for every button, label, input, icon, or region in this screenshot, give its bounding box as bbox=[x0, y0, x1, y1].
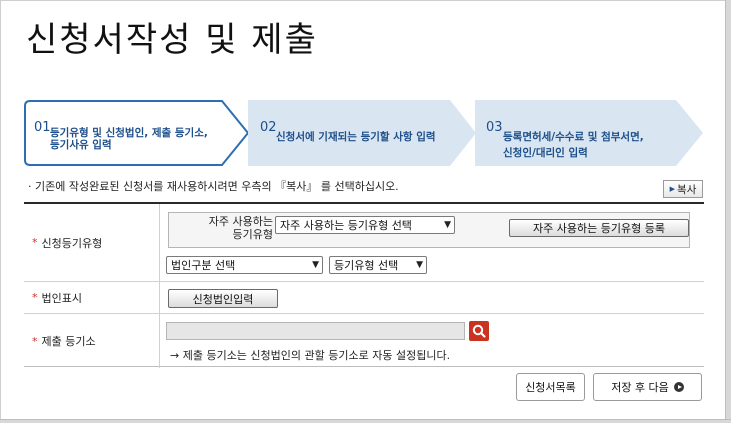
step-1-number: 01 bbox=[34, 120, 51, 135]
window-right-edge bbox=[725, 0, 731, 423]
chevron-down-icon: ▼ bbox=[312, 260, 319, 270]
search-button[interactable] bbox=[469, 321, 489, 341]
step-2-line1: 신청서에 기재되는 등기할 사항 입력 bbox=[276, 131, 436, 143]
step-3-line2: 신청인/대리인 입력 bbox=[503, 147, 588, 159]
favorite-type-label-line2: 등기유형 bbox=[232, 228, 273, 241]
step-1-line2: 등기사유 입력 bbox=[50, 139, 112, 151]
window-bottom-edge bbox=[0, 419, 731, 423]
office-label: 제출 등기소 bbox=[41, 335, 96, 348]
required-mark: * bbox=[32, 291, 38, 304]
favorite-type-select-value: 자주 사용하는 등기유형 선택 bbox=[280, 219, 412, 232]
step-1-line1: 등기유형 및 신청법인, 제출 등기소, bbox=[50, 127, 208, 139]
play-icon: ▶ bbox=[669, 185, 676, 193]
chevron-down-icon: ▼ bbox=[416, 260, 423, 270]
enter-applicant-corp-button[interactable]: 신청법인입력 bbox=[168, 289, 278, 308]
type-label: 신청등기유형 bbox=[41, 236, 103, 250]
search-icon bbox=[472, 324, 486, 338]
application-form: * 신청등기유형 자주 사용하는 등기유형 자주 사용하는 등기유형 선택 ▼ … bbox=[24, 202, 704, 368]
favorite-type-label: 자주 사용하는 등기유형 bbox=[177, 215, 273, 241]
registration-type-select-value: 등기유형 선택 bbox=[334, 259, 399, 272]
chevron-down-icon: ▼ bbox=[444, 220, 451, 230]
copy-button[interactable]: ▶ 복사 bbox=[663, 180, 703, 198]
step-2-number: 02 bbox=[260, 120, 277, 135]
step-2: 02 신청서에 기재되는 등기할 사항 입력 bbox=[248, 100, 478, 166]
page-title: 신청서작성 및 제출 bbox=[26, 20, 318, 60]
office-label-cell: * 제출 등기소 bbox=[24, 314, 160, 368]
registration-type-select[interactable]: 등기유형 선택 ▼ bbox=[329, 256, 427, 274]
favorite-type-select[interactable]: 자주 사용하는 등기유형 선택 ▼ bbox=[275, 216, 455, 234]
required-mark: * bbox=[32, 334, 38, 348]
step-3-number: 03 bbox=[486, 120, 503, 135]
application-list-button[interactable]: 신청서목록 bbox=[516, 373, 585, 401]
registry-office-hint: → 제출 등기소는 신청법인의 관할 등기소로 자동 설정됩니다. bbox=[170, 349, 451, 362]
step-1: 01 등기유형 및 신청법인, 제출 등기소, 등기사유 입력 bbox=[24, 100, 250, 166]
register-favorite-button[interactable]: 자주 사용하는 등기유형 등록 bbox=[509, 219, 689, 237]
form-row-type: * 신청등기유형 자주 사용하는 등기유형 자주 사용하는 등기유형 선택 ▼ … bbox=[24, 204, 704, 282]
step-3: 03 등록면허세/수수료 및 첨부서면, 신청인/대리인 입력 bbox=[475, 100, 704, 166]
corp-label-cell: * 법인표시 bbox=[24, 282, 160, 313]
reuse-notice: · 기존에 작성완료된 신청서를 재사용하시려면 우측의 『복사』 를 선택하십… bbox=[28, 180, 399, 193]
form-row-corp: * 법인표시 신청법인입력 bbox=[24, 282, 704, 314]
step-3-line1: 등록면허세/수수료 및 첨부서면, bbox=[503, 131, 644, 143]
save-next-label: 저장 후 다음 bbox=[611, 381, 669, 394]
required-mark: * bbox=[32, 236, 38, 249]
favorite-type-box: 자주 사용하는 등기유형 자주 사용하는 등기유형 선택 ▼ 자주 사용하는 등… bbox=[168, 212, 690, 248]
copy-button-label: 복사 bbox=[677, 183, 697, 196]
step-indicator: 01 등기유형 및 신청법인, 제출 등기소, 등기사유 입력 02 신청서에 … bbox=[24, 100, 704, 166]
corp-type-select[interactable]: 법인구분 선택 ▼ bbox=[166, 256, 323, 274]
corp-label: 법인표시 bbox=[41, 291, 82, 305]
form-row-office: * 제출 등기소 → 제출 등기소는 신청법인의 관할 등기소로 자동 설정됩니… bbox=[24, 314, 704, 368]
type-label-cell: * 신청등기유형 bbox=[24, 204, 160, 281]
corp-type-select-value: 법인구분 선택 bbox=[171, 259, 236, 272]
arrow-right-circle-icon bbox=[673, 382, 684, 392]
favorite-type-label-line1: 자주 사용하는 bbox=[208, 215, 273, 228]
save-next-button[interactable]: 저장 후 다음 bbox=[593, 373, 702, 401]
registry-office-input[interactable] bbox=[166, 322, 465, 340]
